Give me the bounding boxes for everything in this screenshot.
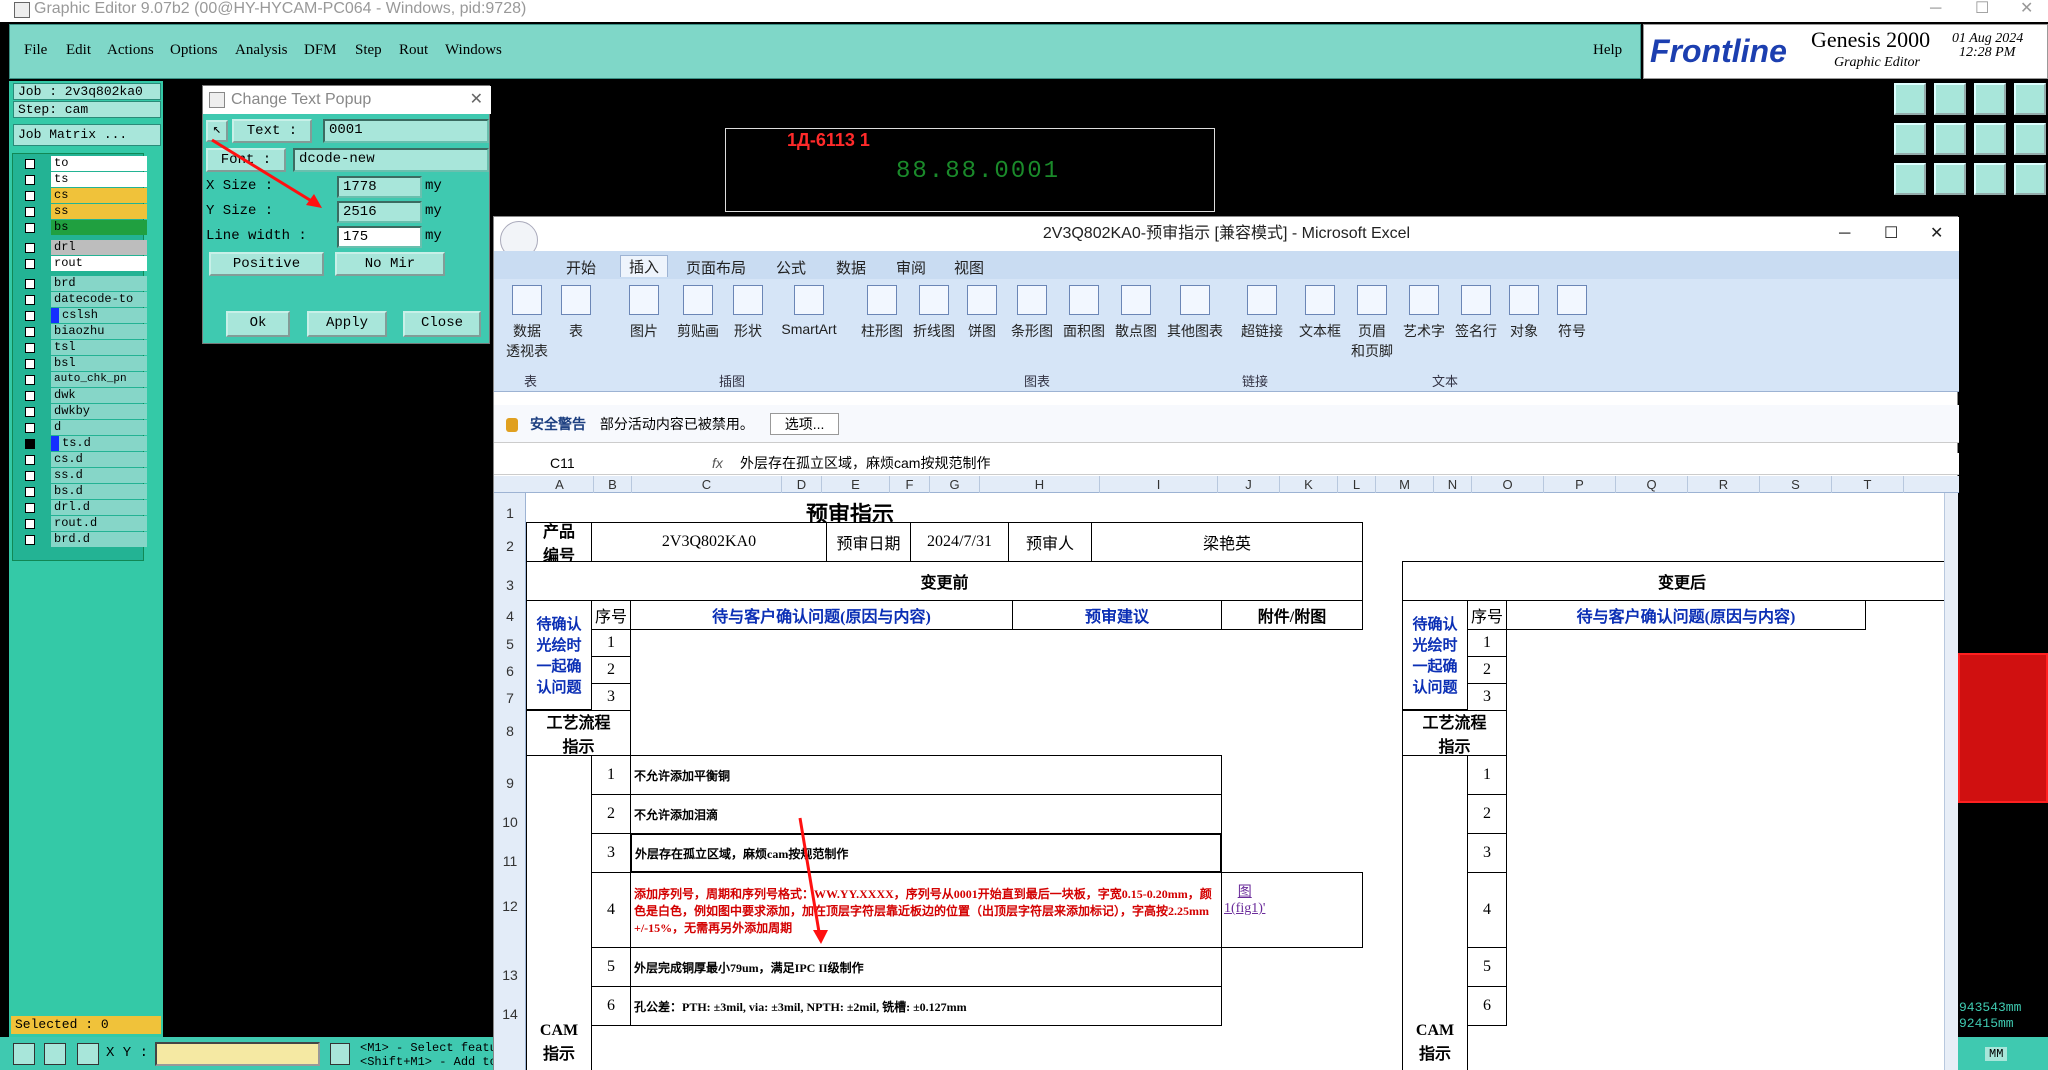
annotation-arrows [211, 138, 828, 944]
arrow-head [306, 194, 322, 208]
arrow-line [798, 817, 822, 939]
arrow-head [813, 930, 828, 944]
desktop: Graphic Editor 9.07b2 (00@HY-HYCAM-PC064… [0, 0, 2048, 1070]
arrow-line [211, 138, 319, 207]
